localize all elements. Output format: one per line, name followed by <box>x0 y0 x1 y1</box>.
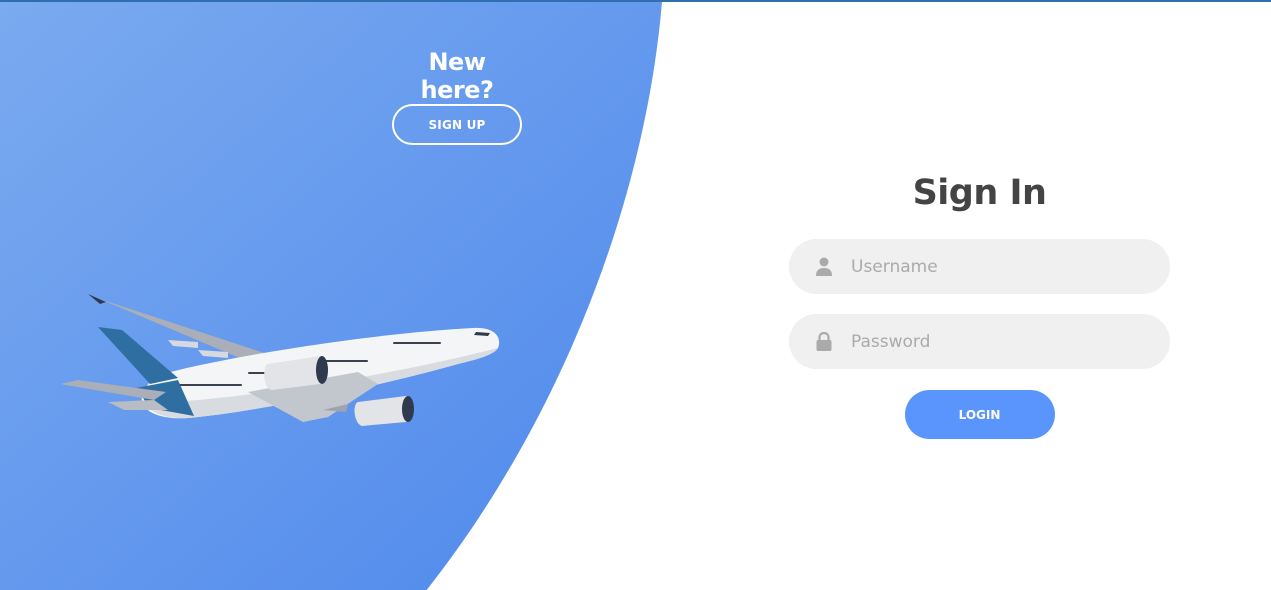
password-input[interactable] <box>851 314 1151 369</box>
sign-in-page: New here? SIGN UP Sign In Username LOGIN <box>0 0 1271 590</box>
password-field[interactable] <box>789 314 1170 369</box>
sign-up-button[interactable]: SIGN UP <box>392 104 522 145</box>
sign-in-form: Sign In LOGIN <box>789 168 1170 439</box>
airplane-illustration <box>60 294 500 426</box>
signup-panel: New here? SIGN UP <box>392 48 522 145</box>
login-button[interactable]: LOGIN <box>904 390 1055 439</box>
new-here-heading: New here? <box>420 48 494 104</box>
username-field[interactable] <box>789 239 1170 294</box>
username-input[interactable] <box>851 239 1151 294</box>
lock-icon <box>816 332 832 351</box>
user-icon <box>816 257 832 276</box>
sign-in-title: Sign In <box>912 173 1047 213</box>
